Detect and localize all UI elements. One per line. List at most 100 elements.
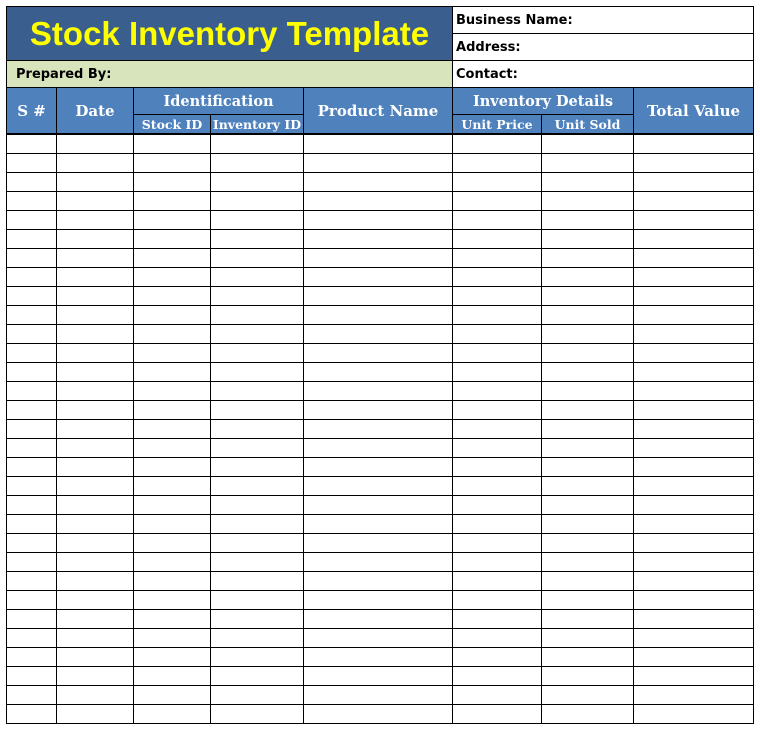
cell-product-name[interactable] bbox=[302, 229, 454, 249]
cell-inventory-id[interactable] bbox=[210, 362, 304, 382]
cell-unit-sold[interactable] bbox=[541, 533, 635, 553]
cell-unit-sold[interactable] bbox=[541, 704, 635, 724]
cell-sno[interactable] bbox=[6, 571, 57, 591]
cell-date[interactable] bbox=[56, 457, 134, 477]
cell-product-name[interactable] bbox=[302, 343, 454, 363]
cell-unit-sold[interactable] bbox=[541, 133, 635, 154]
cell-stock-id[interactable] bbox=[133, 133, 211, 154]
cell-date[interactable] bbox=[56, 133, 134, 154]
cell-date[interactable] bbox=[56, 571, 134, 591]
cell-date[interactable] bbox=[56, 305, 134, 325]
cell-date[interactable] bbox=[56, 704, 134, 724]
cell-unit-sold[interactable] bbox=[541, 628, 635, 648]
cell-inventory-id[interactable] bbox=[210, 324, 304, 344]
cell-unit-sold[interactable] bbox=[541, 666, 635, 686]
cell-product-name[interactable] bbox=[302, 133, 454, 154]
cell-stock-id[interactable] bbox=[133, 647, 211, 667]
cell-inventory-id[interactable] bbox=[210, 609, 304, 629]
cell-date[interactable] bbox=[56, 590, 134, 610]
cell-stock-id[interactable] bbox=[133, 153, 211, 173]
cell-unit-price[interactable] bbox=[452, 133, 543, 154]
cell-sno[interactable] bbox=[6, 286, 57, 306]
cell-date[interactable] bbox=[56, 514, 134, 534]
cell-total-value[interactable] bbox=[633, 400, 755, 420]
cell-sno[interactable] bbox=[6, 666, 57, 686]
cell-total-value[interactable] bbox=[633, 133, 755, 154]
cell-inventory-id[interactable] bbox=[210, 647, 304, 667]
cell-sno[interactable] bbox=[6, 210, 57, 230]
cell-date[interactable] bbox=[56, 381, 134, 401]
cell-unit-price[interactable] bbox=[452, 533, 543, 553]
cell-date[interactable] bbox=[56, 324, 134, 344]
cell-total-value[interactable] bbox=[633, 704, 755, 724]
cell-sno[interactable] bbox=[6, 647, 57, 667]
cell-unit-sold[interactable] bbox=[541, 476, 635, 496]
cell-inventory-id[interactable] bbox=[210, 343, 304, 363]
cell-inventory-id[interactable] bbox=[210, 210, 304, 230]
cell-sno[interactable] bbox=[6, 172, 57, 192]
cell-sno[interactable] bbox=[6, 533, 57, 553]
cell-stock-id[interactable] bbox=[133, 495, 211, 515]
cell-date[interactable] bbox=[56, 609, 134, 629]
cell-date[interactable] bbox=[56, 191, 134, 211]
cell-total-value[interactable] bbox=[633, 476, 755, 496]
prepared-by-field[interactable]: Prepared By: bbox=[5, 60, 454, 88]
cell-sno[interactable] bbox=[6, 248, 57, 268]
cell-date[interactable] bbox=[56, 362, 134, 382]
cell-total-value[interactable] bbox=[633, 153, 755, 173]
cell-unit-price[interactable] bbox=[452, 438, 543, 458]
cell-sno[interactable] bbox=[6, 552, 57, 572]
cell-inventory-id[interactable] bbox=[210, 533, 304, 553]
cell-inventory-id[interactable] bbox=[210, 286, 304, 306]
cell-product-name[interactable] bbox=[302, 248, 454, 268]
cell-product-name[interactable] bbox=[302, 191, 454, 211]
cell-unit-price[interactable] bbox=[452, 229, 543, 249]
cell-unit-sold[interactable] bbox=[541, 647, 635, 667]
cell-unit-price[interactable] bbox=[452, 305, 543, 325]
cell-product-name[interactable] bbox=[302, 514, 454, 534]
cell-inventory-id[interactable] bbox=[210, 229, 304, 249]
cell-inventory-id[interactable] bbox=[210, 628, 304, 648]
cell-unit-price[interactable] bbox=[452, 514, 543, 534]
cell-product-name[interactable] bbox=[302, 647, 454, 667]
cell-date[interactable] bbox=[56, 495, 134, 515]
cell-unit-sold[interactable] bbox=[541, 571, 635, 591]
cell-date[interactable] bbox=[56, 685, 134, 705]
cell-product-name[interactable] bbox=[302, 305, 454, 325]
cell-product-name[interactable] bbox=[302, 457, 454, 477]
cell-inventory-id[interactable] bbox=[210, 419, 304, 439]
cell-stock-id[interactable] bbox=[133, 514, 211, 534]
cell-stock-id[interactable] bbox=[133, 210, 211, 230]
cell-product-name[interactable] bbox=[302, 476, 454, 496]
cell-date[interactable] bbox=[56, 647, 134, 667]
cell-unit-sold[interactable] bbox=[541, 153, 635, 173]
cell-product-name[interactable] bbox=[302, 172, 454, 192]
cell-date[interactable] bbox=[56, 210, 134, 230]
cell-sno[interactable] bbox=[6, 609, 57, 629]
cell-sno[interactable] bbox=[6, 495, 57, 515]
cell-stock-id[interactable] bbox=[133, 381, 211, 401]
cell-total-value[interactable] bbox=[633, 191, 755, 211]
cell-inventory-id[interactable] bbox=[210, 191, 304, 211]
cell-product-name[interactable] bbox=[302, 153, 454, 173]
cell-stock-id[interactable] bbox=[133, 343, 211, 363]
cell-unit-price[interactable] bbox=[452, 286, 543, 306]
cell-unit-sold[interactable] bbox=[541, 324, 635, 344]
cell-stock-id[interactable] bbox=[133, 324, 211, 344]
cell-date[interactable] bbox=[56, 552, 134, 572]
cell-total-value[interactable] bbox=[633, 267, 755, 287]
cell-sno[interactable] bbox=[6, 343, 57, 363]
cell-stock-id[interactable] bbox=[133, 704, 211, 724]
cell-unit-sold[interactable] bbox=[541, 609, 635, 629]
cell-inventory-id[interactable] bbox=[210, 400, 304, 420]
cell-stock-id[interactable] bbox=[133, 267, 211, 287]
cell-total-value[interactable] bbox=[633, 457, 755, 477]
cell-inventory-id[interactable] bbox=[210, 267, 304, 287]
cell-inventory-id[interactable] bbox=[210, 704, 304, 724]
cell-sno[interactable] bbox=[6, 514, 57, 534]
cell-unit-sold[interactable] bbox=[541, 438, 635, 458]
cell-unit-price[interactable] bbox=[452, 704, 543, 724]
cell-total-value[interactable] bbox=[633, 685, 755, 705]
cell-total-value[interactable] bbox=[633, 552, 755, 572]
cell-inventory-id[interactable] bbox=[210, 476, 304, 496]
